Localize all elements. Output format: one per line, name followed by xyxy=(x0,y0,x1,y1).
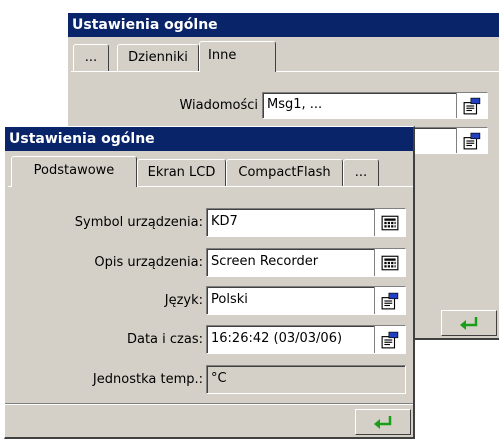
language-edit-button[interactable] xyxy=(374,287,405,314)
tab-more-front[interactable]: ... xyxy=(343,159,379,186)
back-dialog-title: Ustawienia ogólne xyxy=(68,13,499,37)
language-field[interactable]: Polski xyxy=(206,286,406,315)
tab-more-back[interactable]: ... xyxy=(73,44,109,71)
enter-arrow-icon xyxy=(457,315,481,331)
tab-dzienniki[interactable]: Dzienniki xyxy=(117,44,199,71)
keyboard-icon xyxy=(381,214,399,232)
edit-icon xyxy=(381,292,399,310)
device-symbol-field[interactable]: KD7 xyxy=(206,208,406,237)
device-symbol-keyboard-button[interactable] xyxy=(374,209,405,236)
enter-arrow-icon xyxy=(371,414,395,430)
messages-field[interactable]: Msg1, ... xyxy=(262,92,488,119)
tab-compactflash[interactable]: CompactFlash xyxy=(226,159,343,186)
tab-ekran-lcd[interactable]: Ekran LCD xyxy=(137,159,226,186)
device-description-field[interactable]: Screen Recorder xyxy=(206,248,406,277)
ok-button[interactable] xyxy=(355,409,411,435)
device-symbol-label: Symbol urządzenia: xyxy=(74,215,203,230)
tab-inne[interactable]: Inne xyxy=(199,41,276,72)
date-time-field[interactable]: 16:26:42 (03/03/06) xyxy=(206,325,406,354)
language-label: Język: xyxy=(164,293,203,308)
edit-icon xyxy=(381,331,399,349)
tab-podstawowe[interactable]: Podstawowe xyxy=(11,156,137,187)
back-ok-button[interactable] xyxy=(441,310,497,336)
messages-edit-button[interactable] xyxy=(456,93,487,118)
edit-icon xyxy=(463,132,481,150)
keyboard-icon xyxy=(381,254,399,272)
device-description-keyboard-button[interactable] xyxy=(374,249,405,276)
back-second-edit-button[interactable] xyxy=(456,128,487,153)
temp-unit-field: °C xyxy=(206,365,406,394)
temp-unit-label: Jednostka temp.: xyxy=(92,372,203,387)
device-description-label: Opis urządzenia: xyxy=(94,255,203,270)
edit-icon xyxy=(463,97,481,115)
date-time-label: Data i czas: xyxy=(126,332,203,347)
messages-label: Wiadomości xyxy=(179,98,258,113)
front-dialog: Ustawienia ogólne Podstawowe Ekran LCD C… xyxy=(4,126,415,439)
front-dialog-title: Ustawienia ogólne xyxy=(5,127,413,151)
date-time-edit-button[interactable] xyxy=(374,326,405,353)
